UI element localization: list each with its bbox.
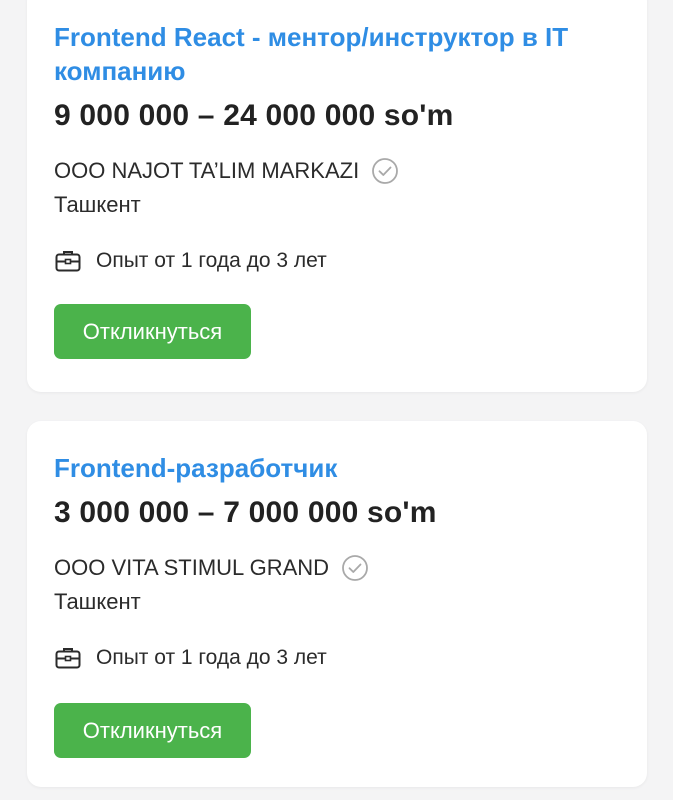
company-name-link[interactable]: OOO NAJOT TA’LIM MARKAZI (54, 156, 359, 186)
experience-text: Опыт от 1 года до 3 лет (96, 646, 327, 669)
vacancy-title-link[interactable]: Frontend-разработчик (54, 451, 623, 485)
experience-row: Опыт от 1 года до 3 лет (54, 246, 623, 276)
city: Ташкент (54, 589, 141, 614)
briefcase-icon (54, 644, 82, 672)
vacancy-card: Frontend React - ментор/инструктор в IT … (27, 0, 647, 392)
respond-button[interactable]: Откликнуться (54, 703, 251, 758)
respond-button[interactable]: Откликнуться (54, 304, 251, 359)
city: Ташкент (54, 192, 141, 217)
verified-check-icon (341, 554, 369, 582)
salary: 9 000 000 – 24 000 000 so'm (54, 99, 454, 132)
vacancy-card: Frontend-разработчик 3 000 000 – 7 000 0… (27, 421, 647, 787)
experience-text: Опыт от 1 года до 3 лет (96, 249, 327, 272)
briefcase-icon (54, 247, 82, 275)
salary: 3 000 000 – 7 000 000 so'm (54, 496, 437, 529)
verified-check-icon (371, 157, 399, 185)
company-row: OOO VITA STIMUL GRAND (54, 553, 623, 583)
experience-row: Опыт от 1 года до 3 лет (54, 643, 623, 673)
company-row: OOO NAJOT TA’LIM MARKAZI (54, 156, 623, 186)
company-name-link[interactable]: OOO VITA STIMUL GRAND (54, 553, 329, 583)
vacancy-title-link[interactable]: Frontend React - ментор/инструктор в IT … (54, 20, 623, 88)
